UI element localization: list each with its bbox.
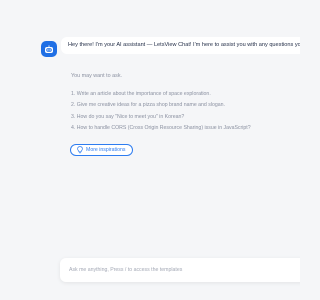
suggestion-item[interactable]: 2. Give me creative ideas for a pizza sh… bbox=[71, 102, 225, 109]
more-inspirations-label: More inspirations bbox=[86, 146, 126, 153]
suggestions-panel: You may want to ask. 1. Write an article… bbox=[60, 68, 300, 268]
suggestion-item[interactable]: 1. Write an article about the importance… bbox=[71, 91, 211, 98]
suggestion-item[interactable]: 4. How to handle CORS (Cross Origin Reso… bbox=[71, 125, 251, 132]
more-inspirations-button[interactable]: More inspirations bbox=[70, 144, 133, 156]
robot-icon bbox=[44, 44, 54, 54]
message-composer bbox=[60, 258, 300, 282]
suggestions-title: You may want to ask. bbox=[71, 73, 123, 79]
lightbulb-icon bbox=[76, 146, 83, 154]
assistant-avatar bbox=[41, 41, 57, 57]
assistant-greeting: Hey there! I'm your AI assistant — LetsV… bbox=[61, 37, 300, 54]
suggestion-item[interactable]: 3. How do you say "Nice to meet you" in … bbox=[71, 114, 184, 121]
message-input[interactable] bbox=[69, 266, 299, 274]
chat-page: Hey there! I'm your AI assistant — LetsV… bbox=[0, 0, 300, 300]
